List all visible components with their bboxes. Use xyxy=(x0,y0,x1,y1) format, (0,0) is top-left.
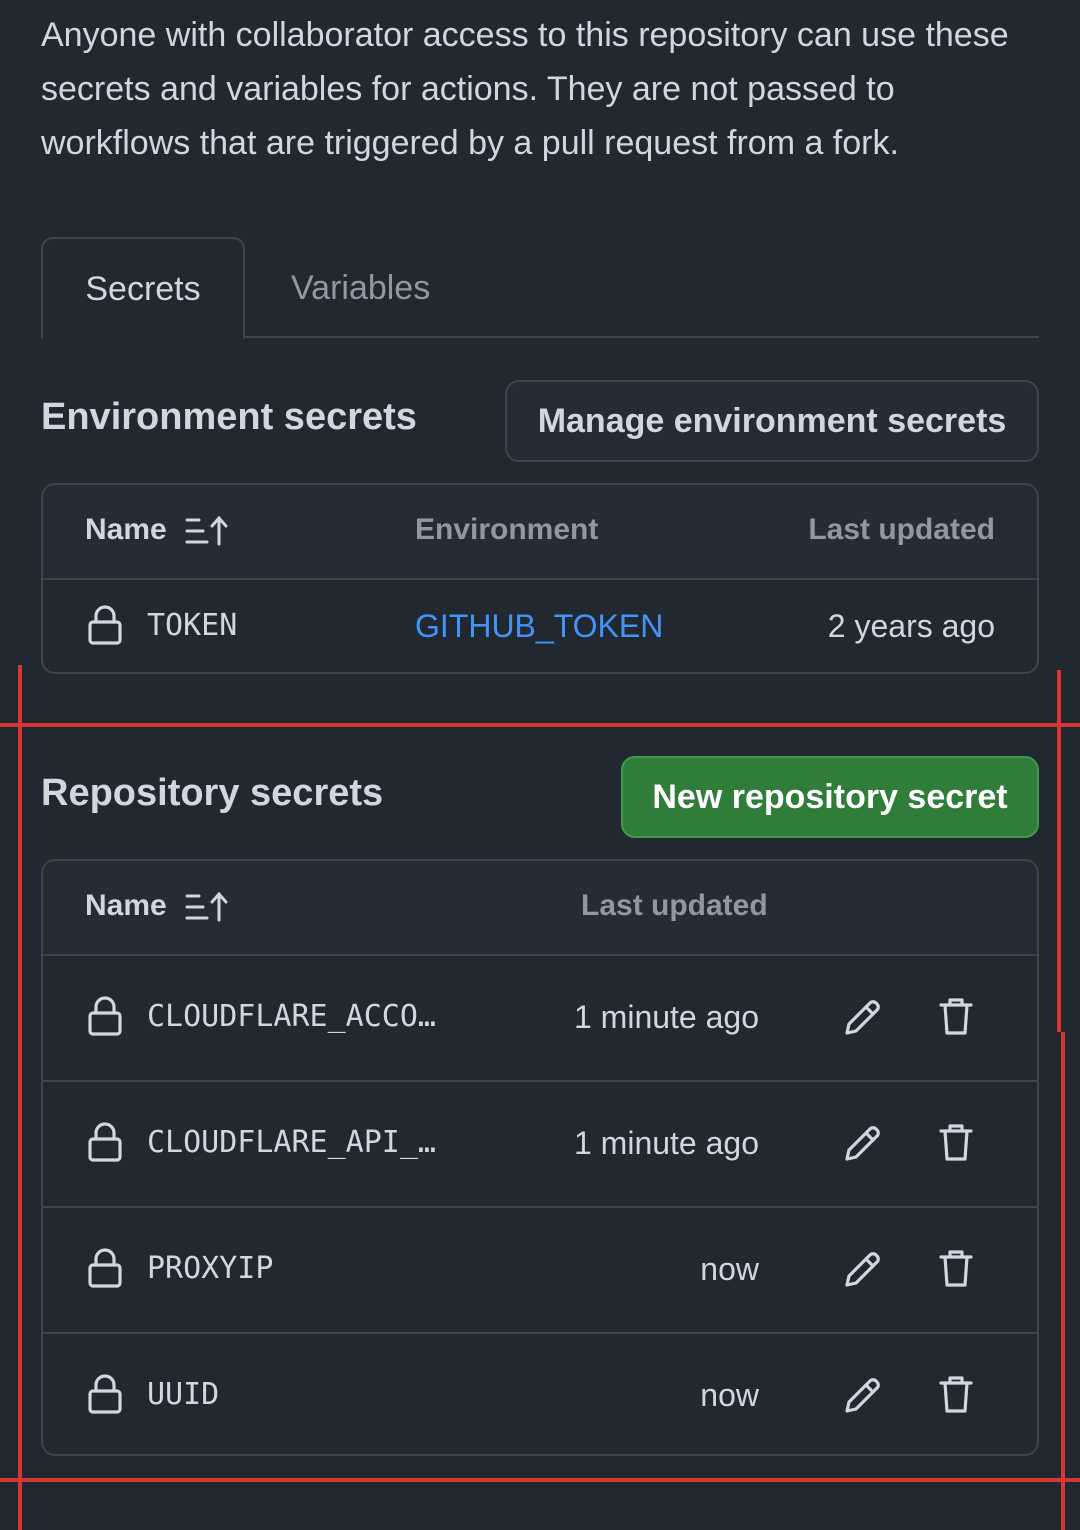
table-row: TOKEN GITHUB_TOKEN 2 years ago xyxy=(43,580,1037,672)
environment-secrets-table: Name Environment Last updated TOKEN GITH… xyxy=(41,483,1039,674)
secret-name: TOKEN xyxy=(147,608,238,643)
lock-icon xyxy=(87,1121,123,1163)
column-name-header[interactable]: Name xyxy=(85,513,167,547)
lock-icon xyxy=(87,1247,123,1289)
lock-icon xyxy=(87,604,123,646)
last-updated: 1 minute ago xyxy=(573,1125,759,1161)
table-header: Name Environment Last updated xyxy=(43,485,1037,580)
tab-variables-label: Variables xyxy=(291,269,431,307)
pencil-icon[interactable] xyxy=(843,1123,883,1163)
tab-secrets[interactable]: Secrets xyxy=(41,237,245,339)
table-row: UUID now xyxy=(43,1334,1037,1454)
tab-secrets-label: Secrets xyxy=(85,269,201,308)
tab-divider xyxy=(245,336,1039,338)
secret-name: PROXYIP xyxy=(147,1251,274,1286)
sort-ascending-icon[interactable] xyxy=(185,891,229,923)
table-row: CLOUDFLARE_API_… 1 minute ago xyxy=(43,1082,1037,1208)
annotation-line-right-lower xyxy=(1061,1032,1065,1530)
tab-variables[interactable]: Variables xyxy=(291,262,430,314)
column-environment-header: Environment xyxy=(415,513,599,546)
secret-name: CLOUDFLARE_ACCO… xyxy=(147,999,436,1034)
repository-secrets-table: Name Last updated CLOUDFLARE_ACCO… 1 minu… xyxy=(41,859,1039,1456)
pencil-icon[interactable] xyxy=(843,997,883,1037)
annotation-line-bottom xyxy=(0,1478,1080,1482)
repository-secrets-title: Repository secrets xyxy=(41,772,384,814)
secret-name: CLOUDFLARE_API_… xyxy=(147,1125,436,1160)
table-header: Name Last updated xyxy=(43,861,1037,956)
column-last-updated-header: Last updated xyxy=(808,513,995,546)
last-updated: now xyxy=(700,1251,759,1287)
environment-secrets-title: Environment secrets xyxy=(41,396,417,438)
table-row: CLOUDFLARE_ACCO… 1 minute ago xyxy=(43,956,1037,1082)
page: Anyone with collaborator access to this … xyxy=(0,0,1080,1530)
annotation-line-top xyxy=(0,723,1080,727)
annotation-line-left xyxy=(18,665,22,1530)
manage-environment-secrets-button[interactable]: Manage environment secrets xyxy=(505,380,1039,462)
trash-icon[interactable] xyxy=(939,1374,973,1414)
last-updated: now xyxy=(700,1377,759,1413)
column-name-header[interactable]: Name xyxy=(85,889,167,923)
annotation-line-right-upper xyxy=(1057,670,1061,1032)
trash-icon[interactable] xyxy=(939,1122,973,1162)
pencil-icon[interactable] xyxy=(843,1249,883,1289)
secret-name: UUID xyxy=(147,1377,220,1412)
intro-text: Anyone with collaborator access to this … xyxy=(41,16,1009,162)
lock-icon xyxy=(87,1373,123,1415)
last-updated: 1 minute ago xyxy=(573,999,759,1035)
last-updated: 2 years ago xyxy=(827,608,995,644)
table-row: PROXYIP now xyxy=(43,1208,1037,1334)
sort-ascending-icon[interactable] xyxy=(185,515,229,547)
lock-icon xyxy=(87,995,123,1037)
pencil-icon[interactable] xyxy=(843,1375,883,1415)
trash-icon[interactable] xyxy=(939,996,973,1036)
environment-link[interactable]: GITHUB_TOKEN xyxy=(415,608,663,645)
trash-icon[interactable] xyxy=(939,1248,973,1288)
column-last-updated-header: Last updated xyxy=(581,889,768,922)
new-repository-secret-button[interactable]: New repository secret xyxy=(621,756,1039,838)
